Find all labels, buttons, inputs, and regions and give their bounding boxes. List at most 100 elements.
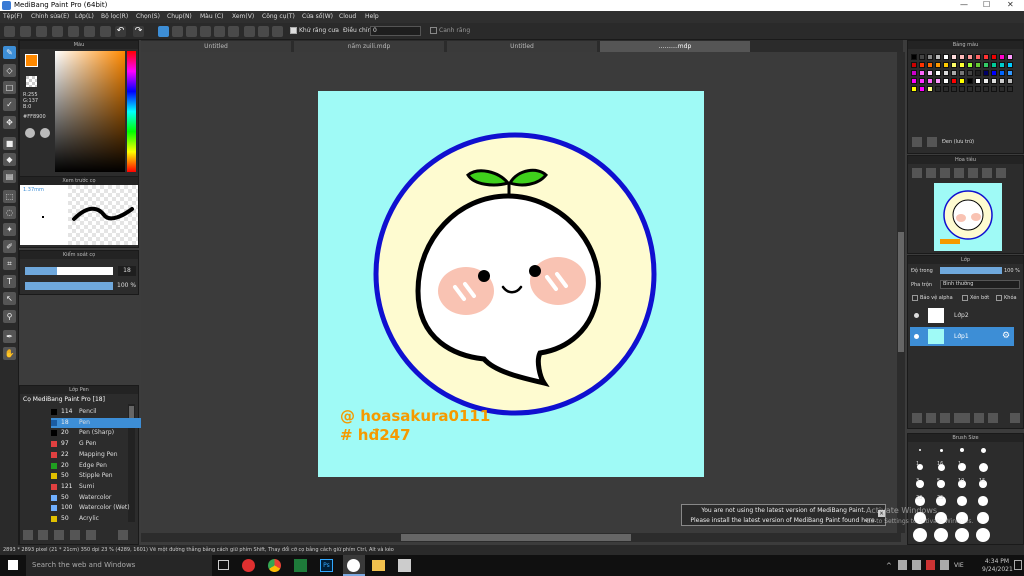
vertical-scrollbar[interactable]: [897, 52, 905, 533]
operation-tool-icon[interactable]: ↖: [3, 292, 16, 305]
tray-battery-icon[interactable]: [898, 560, 907, 570]
brush-delete-icon[interactable]: [118, 530, 128, 540]
palette-swatch[interactable]: [967, 54, 973, 60]
palette-swatch[interactable]: [959, 54, 965, 60]
color-square-picker[interactable]: [55, 51, 125, 172]
menu-capture[interactable]: Chụp(N): [167, 13, 192, 20]
menu-tools[interactable]: Công cụ(T): [262, 13, 295, 20]
adjust-select[interactable]: 0: [370, 26, 421, 36]
zoom-in-icon[interactable]: [912, 168, 922, 178]
palette-swatch[interactable]: [1007, 62, 1013, 68]
snap-off-icon[interactable]: [158, 26, 169, 37]
palette-swatch[interactable]: [951, 86, 957, 92]
palette-swatch[interactable]: [935, 54, 941, 60]
select-rect-icon[interactable]: ⬚: [3, 190, 16, 203]
clip-checkbox[interactable]: [962, 295, 968, 301]
brush-item[interactable]: 50 Acrylic: [51, 514, 146, 524]
palette-swatch[interactable]: [999, 70, 1005, 76]
palette-swatch[interactable]: [999, 78, 1005, 84]
menu-filter[interactable]: Bộ lọc(R): [101, 13, 128, 20]
layout-icon[interactable]: [84, 26, 95, 37]
layer-row-selected[interactable]: Lớp1 ⚙: [910, 327, 1014, 346]
zoom-out-icon[interactable]: [926, 168, 936, 178]
palette-swatch[interactable]: [1007, 54, 1013, 60]
eraser-tool-icon[interactable]: ◇: [3, 64, 16, 77]
palette-swatch[interactable]: [919, 70, 925, 76]
snap-radial-icon[interactable]: [214, 26, 225, 37]
brush-tool-icon[interactable]: ✎: [3, 46, 16, 59]
brush-size-option[interactable]: [980, 447, 986, 453]
brush-size-value[interactable]: 18: [118, 266, 136, 276]
brush-size-option[interactable]: [976, 528, 990, 542]
transparent-swatch[interactable]: [26, 76, 37, 87]
primary-color-swatch[interactable]: [25, 54, 38, 67]
actual-size-icon[interactable]: [954, 168, 964, 178]
fit-icon[interactable]: [940, 168, 950, 178]
brush-size-option[interactable]: [955, 528, 969, 542]
palette-swatch[interactable]: [959, 62, 965, 68]
palette-swatch[interactable]: [935, 86, 941, 92]
brush-folder-icon[interactable]: [70, 530, 80, 540]
vertical-scroll-thumb[interactable]: [898, 232, 904, 352]
tray-language[interactable]: VIE: [954, 562, 964, 569]
palette-swatch[interactable]: [975, 86, 981, 92]
palette-swatch[interactable]: [1007, 70, 1013, 76]
brush-item[interactable]: 97 G Pen: [51, 439, 146, 449]
drawing-canvas[interactable]: @ hoasakura0111 # hđ247: [318, 91, 704, 477]
photos-taskbar-icon[interactable]: [398, 559, 411, 572]
palette-swatch[interactable]: [983, 86, 989, 92]
palette-swatch[interactable]: [991, 54, 997, 60]
brush-opacity-slider[interactable]: [25, 282, 113, 290]
brush-settings-icon[interactable]: [86, 530, 96, 540]
tab-nam-zuili[interactable]: nấm zuili.mdp: [294, 41, 444, 52]
brush-size-option[interactable]: [939, 448, 943, 452]
redo-icon[interactable]: ↷: [133, 26, 144, 37]
eyedropper-icon[interactable]: ⚲: [3, 310, 16, 323]
brush-item[interactable]: 121 Sumi: [51, 482, 146, 492]
active-app-icon[interactable]: [347, 559, 360, 572]
menu-select[interactable]: Chọn(S): [136, 13, 160, 20]
palette-swatch[interactable]: [951, 62, 957, 68]
palette-swatch[interactable]: [919, 78, 925, 84]
palette-swatch[interactable]: [983, 54, 989, 60]
protect-alpha-checkbox[interactable]: [912, 295, 918, 301]
palette-swatch[interactable]: [951, 54, 957, 60]
palette-swatch[interactable]: [919, 54, 925, 60]
palette-swatch[interactable]: [935, 70, 941, 76]
palette-swatch[interactable]: [967, 62, 973, 68]
menu-cloud[interactable]: Cloud: [339, 13, 356, 20]
palette-swatch[interactable]: [1007, 86, 1013, 92]
save-icon[interactable]: [20, 26, 31, 37]
palette-swatch[interactable]: [999, 62, 1005, 68]
palette-swatch[interactable]: [983, 70, 989, 76]
open-icon[interactable]: [52, 26, 63, 37]
layer-merge-icon[interactable]: [954, 413, 970, 423]
palette-swatch[interactable]: [975, 78, 981, 84]
tab-untitled-1[interactable]: Untitled: [141, 41, 291, 52]
medibang-taskbar-icon[interactable]: [242, 559, 255, 572]
brush-size-option[interactable]: [919, 449, 921, 451]
palette-swatch[interactable]: [935, 62, 941, 68]
palette-add-icon[interactable]: [912, 137, 922, 147]
layer-duplicate-icon[interactable]: [940, 413, 950, 423]
color-slider-icon[interactable]: [40, 128, 50, 138]
palette-swatch[interactable]: [975, 62, 981, 68]
menu-edit[interactable]: Chỉnh sửa(E): [31, 13, 69, 20]
palette-swatch[interactable]: [959, 78, 965, 84]
bucket-tool-icon[interactable]: ◆: [3, 153, 16, 166]
brush-size-option[interactable]: [960, 448, 964, 452]
palette-swatch[interactable]: [991, 78, 997, 84]
palette-swatch[interactable]: [943, 78, 949, 84]
tab-untitled-2[interactable]: Untitled: [447, 41, 597, 52]
layer-add-icon[interactable]: [912, 413, 922, 423]
brush-copy-icon[interactable]: [38, 530, 48, 540]
layer-add-halftone-icon[interactable]: [926, 413, 936, 423]
hue-slider[interactable]: [127, 51, 136, 172]
brush-size-option[interactable]: [913, 528, 927, 542]
palette-swatch[interactable]: [975, 70, 981, 76]
select-pen-icon[interactable]: ✓: [3, 98, 16, 111]
brush-size-option[interactable]: [934, 528, 948, 542]
palette-swatch[interactable]: [999, 54, 1005, 60]
brush-size-option[interactable]: [978, 496, 988, 506]
snap-parallel-icon[interactable]: [172, 26, 183, 37]
